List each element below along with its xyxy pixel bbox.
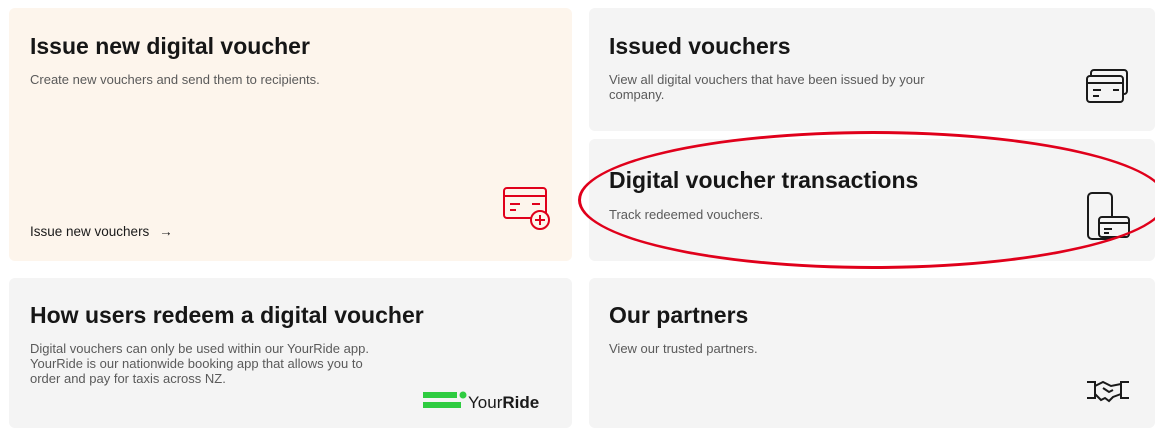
issue-new-vouchers-link[interactable]: Issue new vouchers → (30, 224, 173, 239)
voucher-transactions-card[interactable]: Digital voucher transactions Track redee… (589, 139, 1155, 261)
issued-vouchers-title: Issued vouchers (609, 33, 791, 59)
how-to-redeem-description: Digital vouchers can only be used within… (30, 341, 369, 386)
voucher-transactions-title: Digital voucher transactions (609, 167, 919, 193)
yourride-logo-text: YourRide (468, 393, 540, 412)
issue-voucher-card[interactable]: Issue new digital voucher Create new vou… (9, 8, 572, 261)
our-partners-description: View our trusted partners. (609, 341, 758, 356)
yourride-logo: YourRide (423, 390, 539, 414)
handshake-icon (1087, 380, 1129, 403)
our-partners-card[interactable]: Our partners View our trusted partners. (589, 278, 1155, 428)
issue-new-vouchers-label: Issue new vouchers (30, 224, 150, 239)
issued-vouchers-card[interactable]: Issued vouchers View all digital voucher… (589, 8, 1155, 131)
issued-vouchers-description: View all digital vouchers that have been… (609, 72, 925, 102)
vouchers-stack-icon (1086, 69, 1128, 103)
issue-voucher-description: Create new vouchers and send them to rec… (30, 72, 320, 87)
voucher-add-icon (503, 187, 550, 230)
arrow-right-icon: → (159, 224, 173, 239)
how-to-redeem-card[interactable]: How users redeem a digital voucher Digit… (9, 278, 572, 428)
issue-voucher-title: Issue new digital voucher (30, 33, 310, 59)
how-to-redeem-title: How users redeem a digital voucher (30, 302, 424, 328)
yourride-logo-icon (423, 391, 467, 408)
phone-voucher-icon (1087, 192, 1130, 240)
our-partners-title: Our partners (609, 302, 749, 328)
voucher-transactions-description: Track redeemed vouchers. (609, 207, 764, 222)
